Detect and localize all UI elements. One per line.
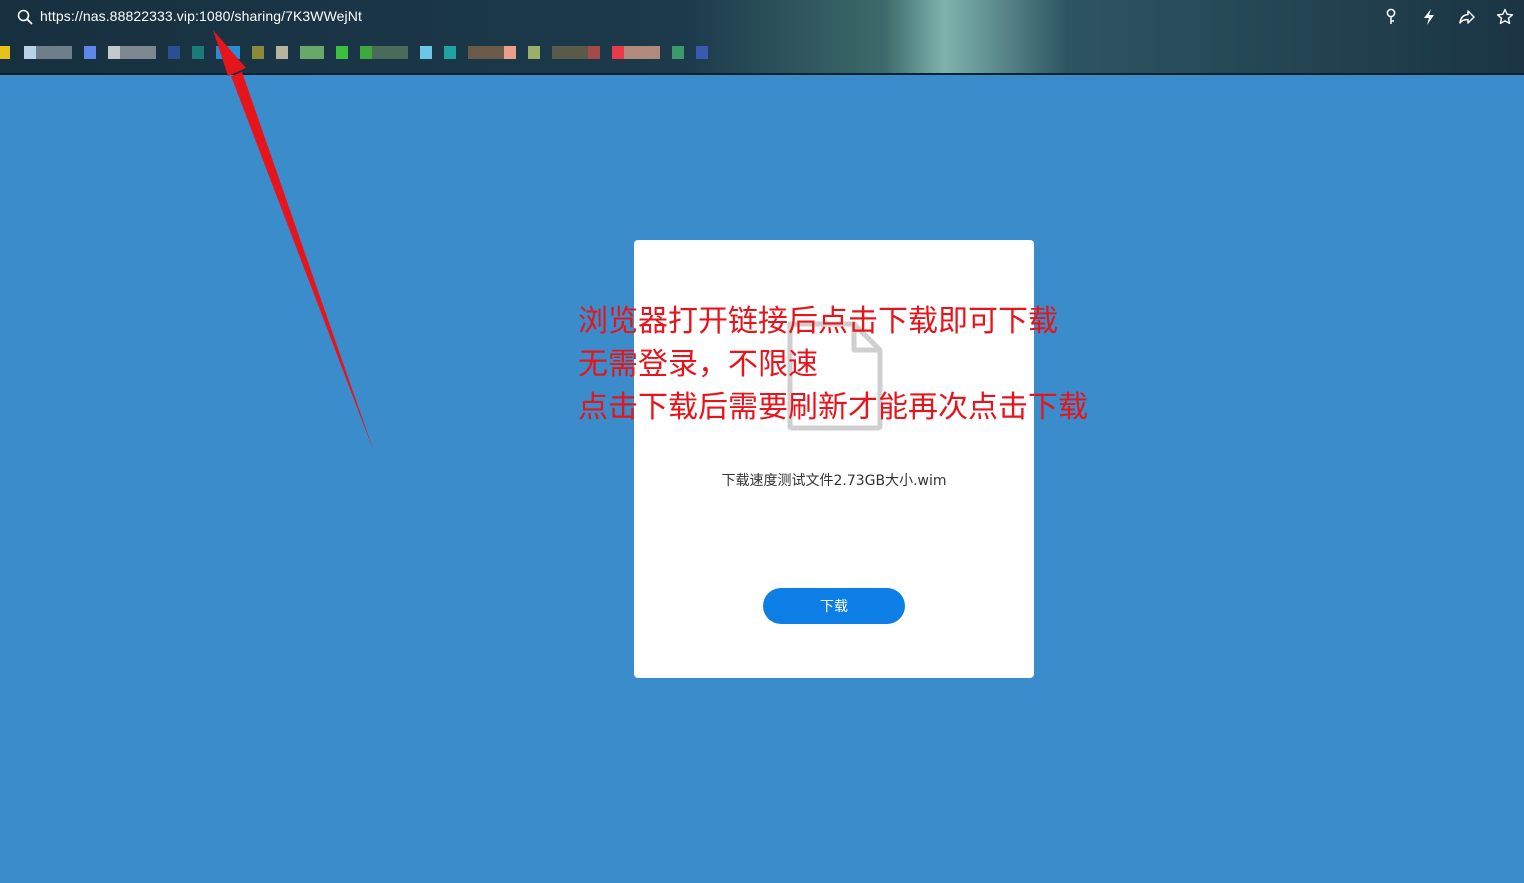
bookmark-item[interactable] <box>468 46 504 59</box>
bookmark-item[interactable] <box>336 46 348 59</box>
bookmark-item[interactable] <box>192 46 204 59</box>
bookmark-item[interactable] <box>372 46 408 59</box>
bookmark-item[interactable] <box>672 46 684 59</box>
bookmark-item[interactable] <box>696 46 708 59</box>
bookmark-item[interactable] <box>24 46 36 59</box>
bookmark-item[interactable] <box>444 46 456 59</box>
bookmark-item[interactable] <box>588 46 600 59</box>
bookmark-item[interactable] <box>528 46 540 59</box>
bookmark-item[interactable] <box>216 46 240 59</box>
bookmark-item[interactable] <box>0 46 10 59</box>
download-button[interactable]: 下载 <box>763 588 905 624</box>
bookmark-item[interactable] <box>108 46 120 59</box>
bookmark-item[interactable] <box>36 46 72 59</box>
bookmark-item[interactable] <box>84 46 96 59</box>
file-name: 下载速度测试文件2.73GB大小.wim <box>721 473 947 489</box>
annotation-text: 浏览器打开链接后点击下载即可下载 无需登录，不限速 点击下载后需要刷新才能再次点… <box>578 300 1088 429</box>
bookmark-item[interactable] <box>300 46 324 59</box>
bookmark-item[interactable] <box>552 46 588 59</box>
bookmark-item[interactable] <box>612 46 624 59</box>
annotation-line: 点击下载后需要刷新才能再次点击下载 <box>578 390 1088 425</box>
bookmarks-bar <box>0 46 740 62</box>
share-icon[interactable] <box>1448 6 1486 28</box>
bookmark-item[interactable] <box>420 46 432 59</box>
bookmark-item[interactable] <box>120 46 156 59</box>
bolt-icon[interactable] <box>1410 6 1448 28</box>
bookmark-item[interactable] <box>252 46 264 59</box>
address-bar[interactable]: https://nas.88822333.vip:1080/sharing/7K… <box>0 0 1524 36</box>
key-icon[interactable] <box>1372 6 1410 28</box>
url-text[interactable]: https://nas.88822333.vip:1080/sharing/7K… <box>40 8 362 24</box>
search-icon <box>17 9 33 25</box>
annotation-line: 无需登录，不限速 <box>578 347 818 382</box>
browser-toolbar: https://nas.88822333.vip:1080/sharing/7K… <box>0 0 1524 75</box>
star-icon[interactable] <box>1486 6 1524 28</box>
annotation-line: 浏览器打开链接后点击下载即可下载 <box>578 304 1058 339</box>
bookmark-item[interactable] <box>504 46 516 59</box>
toolbar-icons <box>1372 6 1524 28</box>
bookmark-item[interactable] <box>276 46 288 59</box>
bookmark-item[interactable] <box>168 46 180 59</box>
bookmark-item[interactable] <box>624 46 660 59</box>
bookmark-item[interactable] <box>360 46 372 59</box>
